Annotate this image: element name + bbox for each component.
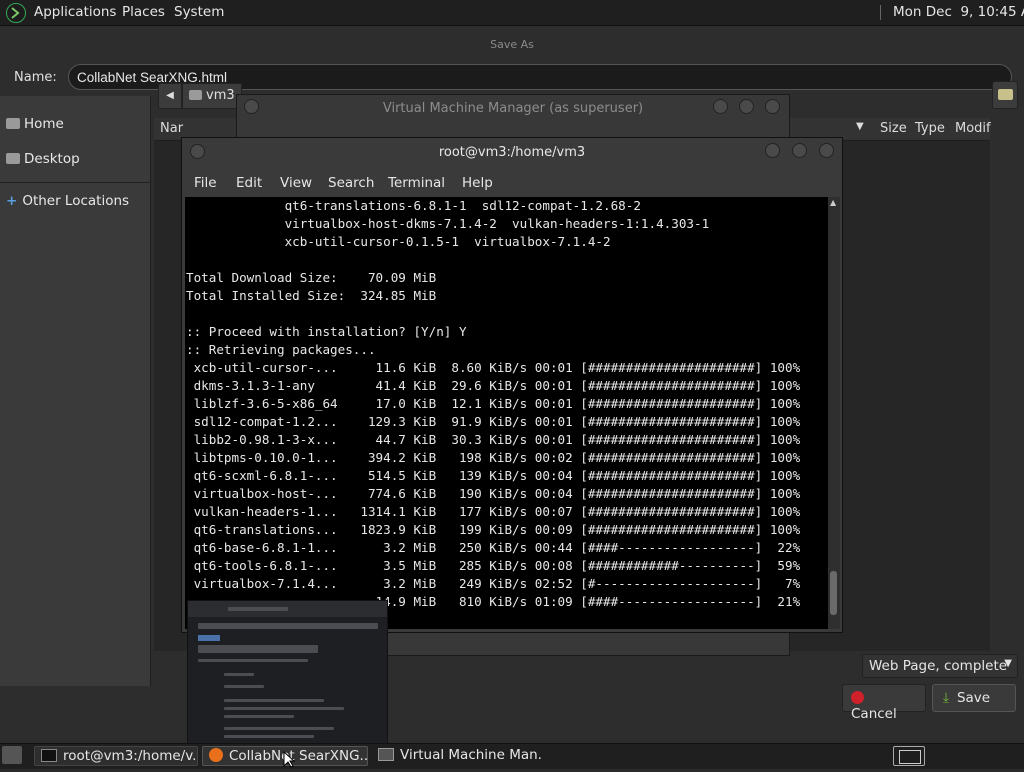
save-button[interactable]: ⤓ Save <box>932 684 1016 712</box>
terminal-menu-search[interactable]: Search <box>328 175 374 191</box>
path-segment-vm3[interactable]: vm3 <box>182 83 242 109</box>
places-divider <box>0 182 150 183</box>
terminal-text: qt6-translations-6.8.1-1 sdl12-compat-1.… <box>186 198 801 609</box>
vmm-close-icon[interactable] <box>765 99 780 114</box>
terminal-window[interactable]: root@vm3:/home/vm3 File Edit View Search… <box>181 137 843 633</box>
new-folder-button[interactable] <box>992 81 1018 109</box>
sort-down-icon: ▼ <box>856 121 864 132</box>
place-desktop[interactable]: Desktop <box>6 151 80 167</box>
path-back-button[interactable]: ◀ <box>158 83 182 109</box>
place-other-locations[interactable]: + Other Locations <box>6 193 129 209</box>
column-type[interactable]: Type <box>915 121 945 136</box>
clock[interactable]: Mon Dec 9, 10:45 AM <box>893 4 1024 20</box>
save-label: Save <box>956 690 991 706</box>
terminal-menu-edit[interactable]: Edit <box>236 175 262 191</box>
place-home-label: Home <box>24 116 64 132</box>
cancel-label: Cancel <box>851 706 897 722</box>
preview-searchbox <box>198 645 318 653</box>
place-other-label: Other Locations <box>22 193 130 209</box>
task-vmm[interactable]: Virtual Machine Man... <box>372 746 542 766</box>
chevron-down-icon: ▼ <box>1004 658 1012 669</box>
terminal-icon <box>41 749 57 762</box>
preview-urlbar <box>198 623 378 629</box>
task-terminal-label: root@vm3:/home/v... <box>63 748 198 764</box>
menu-applications[interactable]: Applications <box>34 4 116 20</box>
terminal-menu-help[interactable]: Help <box>462 175 493 191</box>
show-desktop-icon[interactable] <box>2 746 22 764</box>
terminal-maximize-icon[interactable] <box>792 143 807 158</box>
scroll-up-icon[interactable]: ▲ <box>830 198 836 207</box>
terminal-app-icon[interactable] <box>6 3 26 23</box>
task-terminal[interactable]: root@vm3:/home/v... <box>34 746 198 766</box>
preview-line <box>198 659 308 662</box>
menu-system[interactable]: System <box>174 4 224 20</box>
plus-icon: + <box>6 193 18 209</box>
places-sidebar: Home Desktop + Other Locations <box>0 96 151 686</box>
folder-icon <box>189 90 202 100</box>
workspace-switcher[interactable] <box>893 746 925 766</box>
preview-line <box>224 715 294 718</box>
preview-line <box>224 707 344 710</box>
desktop-folder-icon <box>6 153 20 164</box>
scrollbar-thumb[interactable] <box>830 571 837 615</box>
task-vmm-label: Virtual Machine Man... <box>400 747 542 763</box>
terminal-scrollbar[interactable]: ▲ <box>828 197 840 629</box>
preview-line <box>224 735 314 738</box>
vmm-minimize-icon[interactable] <box>713 99 728 114</box>
file-type-select[interactable]: Web Page, complete ▼ <box>862 654 1018 678</box>
menu-places[interactable]: Places <box>122 4 165 20</box>
column-name[interactable]: Nar <box>160 121 183 136</box>
top-panel: Applications Places System Mon Dec 9, 10… <box>0 0 1024 26</box>
file-type-value: Web Page, complete <box>869 658 1008 674</box>
dialog-title: Save As <box>490 38 534 51</box>
path-segment-label: vm3 <box>206 88 235 103</box>
vmm-icon <box>378 748 394 761</box>
panel-divider <box>880 5 881 20</box>
download-icon: ⤓ <box>943 690 949 706</box>
browser-window-preview[interactable] <box>187 600 388 744</box>
firefox-icon <box>209 748 223 762</box>
name-label: Name: <box>14 70 57 85</box>
cancel-icon <box>851 691 864 704</box>
preview-line <box>224 727 334 730</box>
terminal-title: root@vm3:/home/vm3 <box>438 145 586 160</box>
new-folder-icon <box>998 89 1013 100</box>
task-browser-label: CollabNet SearXNG... <box>229 748 368 764</box>
place-home[interactable]: Home <box>6 116 64 132</box>
preview-line <box>224 673 254 676</box>
place-desktop-label: Desktop <box>24 151 80 167</box>
preview-line <box>224 685 264 688</box>
preview-badge <box>198 635 220 641</box>
preview-tab <box>228 607 288 611</box>
terminal-output[interactable]: qt6-translations-6.8.1-1 sdl12-compat-1.… <box>185 197 828 629</box>
column-size[interactable]: Size <box>880 121 907 136</box>
cancel-button[interactable]: Cancel <box>842 684 926 722</box>
preview-line <box>224 699 324 702</box>
column-modified[interactable]: Modif <box>955 121 991 136</box>
terminal-close-icon[interactable] <box>819 143 834 158</box>
home-folder-icon <box>6 118 20 129</box>
vmm-maximize-icon[interactable] <box>739 99 754 114</box>
terminal-menu-file[interactable]: File <box>194 175 217 191</box>
vmm-title: Virtual Machine Manager (as superuser) <box>382 101 644 116</box>
terminal-menu-terminal[interactable]: Terminal <box>388 175 445 191</box>
terminal-menu-view[interactable]: View <box>280 175 312 191</box>
mouse-cursor-icon <box>283 750 296 772</box>
terminal-minimize-icon[interactable] <box>765 143 780 158</box>
